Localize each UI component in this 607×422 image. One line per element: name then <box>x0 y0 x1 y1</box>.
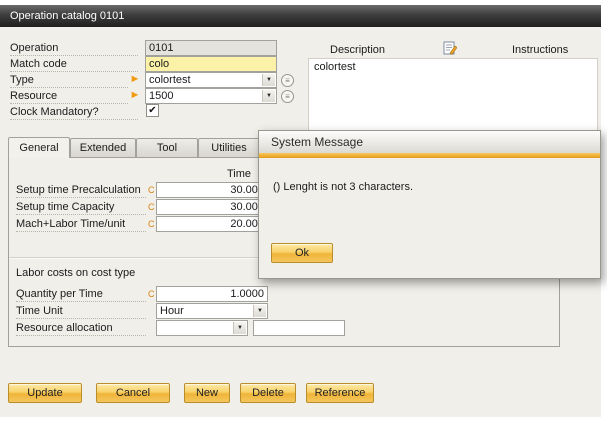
system-message-text: () Lenght is not 3 characters. <box>273 181 413 193</box>
description-text-area[interactable]: colortest <box>308 58 598 135</box>
type-dropdown-arrow-icon[interactable]: ▼ <box>262 74 275 86</box>
resource-detail-icon[interactable]: ≡ <box>281 90 294 103</box>
tab-extended[interactable]: Extended <box>70 138 136 157</box>
type-dropdown-value: colortest <box>149 73 260 87</box>
instructions-column-header: Instructions <box>512 43 568 57</box>
delete-button[interactable]: Delete <box>240 383 296 403</box>
clock-mandatory-label: Clock Mandatory? <box>10 105 138 120</box>
window-title: Operation catalog 0101 <box>10 10 124 22</box>
operation-field: 0101 <box>145 40 277 56</box>
match-code-label: Match code <box>10 57 138 72</box>
type-link-arrow-icon[interactable]: ► <box>129 74 141 85</box>
resource-dropdown-arrow-icon[interactable]: ▼ <box>262 90 275 102</box>
type-detail-icon[interactable]: ≡ <box>281 74 294 87</box>
tab-utilities[interactable]: Utilities <box>198 138 260 157</box>
clock-mandatory-checkbox[interactable]: ✔ <box>146 104 159 117</box>
resource-dropdown[interactable]: 1500 ▼ <box>145 88 277 104</box>
system-message-dialog: System Message () Lenght is not 3 charac… <box>258 130 601 279</box>
tab-general[interactable]: General <box>8 137 70 158</box>
description-value: colortest <box>309 59 597 75</box>
ok-button[interactable]: Ok <box>271 243 333 263</box>
description-column-header: Description <box>330 43 385 57</box>
operation-catalog-window: Operation catalog 0101 Operation 0101 Ma… <box>0 5 601 417</box>
type-dropdown[interactable]: colortest ▼ <box>145 72 277 88</box>
resource-label: Resource <box>10 89 128 104</box>
dialog-accent-bar <box>259 153 600 158</box>
reference-button[interactable]: Reference <box>306 383 374 403</box>
operation-label: Operation <box>10 41 138 56</box>
system-message-title: System Message <box>271 135 363 149</box>
tab-tool[interactable]: Tool <box>136 138 198 157</box>
text-editor-icon <box>443 41 457 55</box>
type-label: Type <box>10 73 128 88</box>
resource-dropdown-value: 1500 <box>149 89 260 103</box>
cancel-button[interactable]: Cancel <box>96 383 170 403</box>
update-button[interactable]: Update <box>8 383 82 403</box>
window-titlebar[interactable]: Operation catalog 0101 <box>0 5 601 27</box>
new-button[interactable]: New <box>184 383 230 403</box>
system-message-titlebar[interactable]: System Message <box>259 131 600 153</box>
resource-link-arrow-icon[interactable]: ► <box>129 90 141 101</box>
match-code-input[interactable]: colo <box>145 56 277 72</box>
